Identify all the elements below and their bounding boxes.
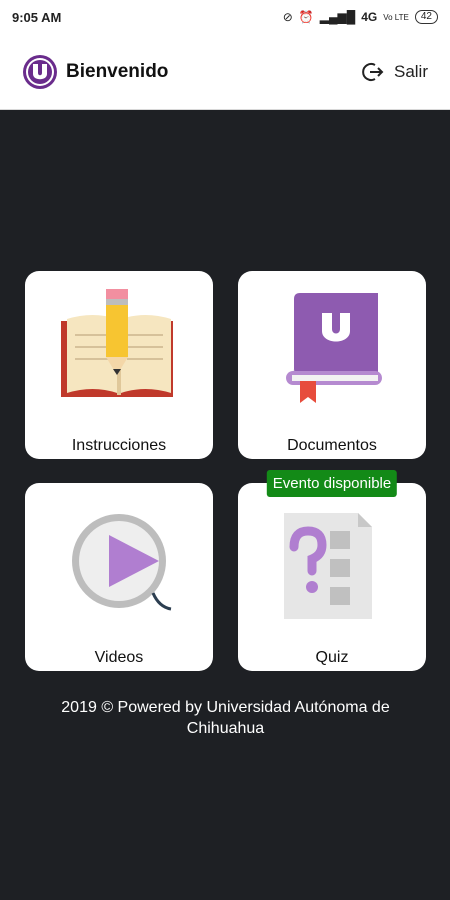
signal-icon: ▂▄▆█ <box>319 10 356 24</box>
footer-line: 2019 © Powered by Universidad Autónoma d… <box>61 699 390 716</box>
menu-item-documentos[interactable]: Documentos <box>238 271 426 459</box>
volte-indicator: Vo LTE <box>383 12 409 22</box>
purple-book-icon <box>286 293 382 403</box>
mute-icon: ⊘ <box>282 10 293 24</box>
menu-item-label: Documentos <box>287 437 377 454</box>
menu-item-quiz[interactable]: Evento disponible Quiz <box>238 470 426 671</box>
app-bar: Bienvenido Salir <box>0 34 450 110</box>
page-title: Bienvenido <box>66 60 169 82</box>
video-play-icon <box>72 514 172 611</box>
network-type: 4G <box>361 10 378 24</box>
menu-item-instrucciones[interactable]: Instrucciones <box>25 271 213 459</box>
status-icons: ⊘ ⏰ ▂▄▆█ 4G Vo LTE 42 <box>283 10 438 24</box>
menu-item-label: Quiz <box>315 649 349 666</box>
menu-item-label: Videos <box>94 649 144 666</box>
footer-credits: 2019 © Powered by Universidad Autónoma d… <box>25 697 426 739</box>
footer-line: Chihuahua <box>186 720 265 737</box>
status-time: 9:05 AM <box>12 9 62 25</box>
logout-label: Salir <box>393 61 428 81</box>
status-bar: 9:05 AM ⊘ ⏰ ▂▄▆█ 4G Vo LTE 42 <box>0 0 450 34</box>
logout-button[interactable]: Salir <box>362 61 428 83</box>
battery-icon: 42 <box>414 10 438 24</box>
menu-item-label: Instrucciones <box>71 437 167 454</box>
quiz-question-icon <box>284 513 372 619</box>
alarm-icon: ⏰ <box>298 10 314 24</box>
menu-item-videos[interactable]: Videos <box>25 483 213 671</box>
university-logo <box>23 54 57 89</box>
book-pencil-icon <box>61 289 173 397</box>
logout-icon <box>362 62 384 81</box>
